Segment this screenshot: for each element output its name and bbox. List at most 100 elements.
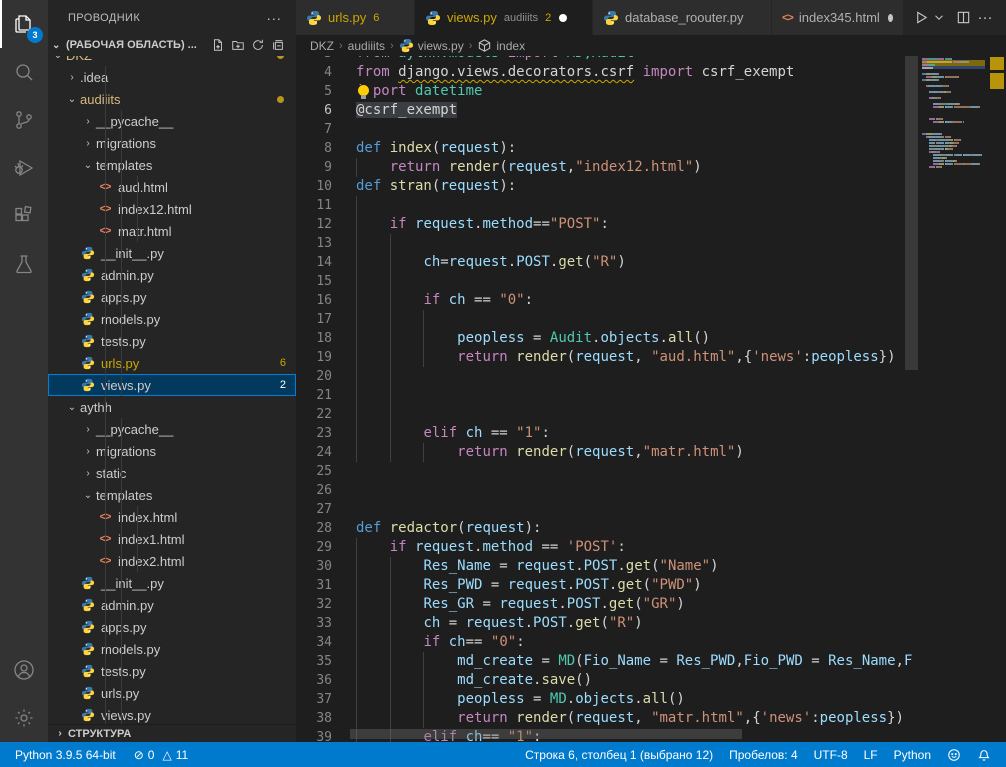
code-line-6[interactable]: 6@csrf_exempt [296,101,922,120]
refresh-icon[interactable] [248,35,268,55]
tree-folder--pycache-[interactable]: ›__pycache__ [48,110,296,132]
breadcrumb-index[interactable]: index [477,38,525,53]
code-line-8[interactable]: 8def index(request): [296,139,922,158]
tree-file-views-py[interactable]: views.py [48,704,296,726]
code-line-32[interactable]: 32 Res_GR = request.POST.get("GR") [296,595,922,614]
code-line-14[interactable]: 14 ch=request.POST.get("R") [296,253,922,272]
workspace-section-header[interactable]: ⌄ (РАБОЧАЯ ОБЛАСТЬ) ... [48,34,296,56]
testing-icon[interactable] [0,240,48,288]
minimap[interactable] [922,56,985,742]
code-line-11[interactable]: 11 [296,196,922,215]
tree-file-admin-py[interactable]: admin.py [48,594,296,616]
code-line-19[interactable]: 19 return render(request, "aud.html",{'n… [296,348,922,367]
tree-folder-static[interactable]: ›static [48,462,296,484]
code-line-17[interactable]: 17 [296,310,922,329]
code-line-9[interactable]: 9 return render(request,"index12.html") [296,158,922,177]
code-line-24[interactable]: 24 return render(request,"matr.html") [296,443,922,462]
collapse-all-icon[interactable] [268,35,288,55]
run-debug-icon[interactable] [0,144,48,192]
encoding-item[interactable]: UTF-8 [809,742,853,767]
tree-file-urls-py[interactable]: urls.py [48,682,296,704]
code-line-21[interactable]: 21 [296,386,922,405]
account-icon[interactable] [0,646,48,694]
tree-file-matr-html[interactable]: <>matr.html [48,220,296,242]
more-actions-icon[interactable]: ··· [974,7,996,29]
split-editor-icon[interactable] [952,7,974,29]
views-more-actions-icon[interactable]: ··· [264,8,284,28]
code-line-15[interactable]: 15 [296,272,922,291]
source-control-icon[interactable] [0,96,48,144]
code-line-27[interactable]: 27 [296,500,922,519]
new-file-icon[interactable] [208,35,228,55]
tree-file-index-html[interactable]: <>index.html [48,506,296,528]
editor-vertical-scrollbar[interactable] [905,56,918,370]
code-line-36[interactable]: 36 md_create.save() [296,671,922,690]
tree-file-tests-py[interactable]: tests.py [48,660,296,682]
tree-folder-templates[interactable]: ⌄templates [48,484,296,506]
cursor-position-item[interactable]: Строка 6, столбец 1 (выбрано 12) [520,742,718,767]
unsaved-dot-icon[interactable] [559,14,567,22]
code-line-18[interactable]: 18 peopless = Audit.objects.all() [296,329,922,348]
tree-file--init-py[interactable]: __init__.py [48,242,296,264]
feedback-icon[interactable] [942,742,966,767]
problems-item[interactable]: ⊘ 0 △ 11 [129,742,193,767]
settings-gear-icon[interactable] [0,694,48,742]
tree-folder--idea[interactable]: ›.idea [48,66,296,88]
explorer-icon[interactable]: 3 [0,0,48,48]
code-line-26[interactable]: 26 [296,481,922,500]
code-line-30[interactable]: 30 Res_Name = request.POST.get("Name") [296,557,922,576]
tree-folder-migrations[interactable]: ›migrations [48,440,296,462]
tree-file-models-py[interactable]: models.py [48,638,296,660]
code-line-5[interactable]: 5import datetime [296,82,922,101]
new-folder-icon[interactable] [228,35,248,55]
tree-file-urls-py[interactable]: urls.py6 [48,352,296,374]
code-line-35[interactable]: 35 md_create = MD(Fio_Name = Res_PWD,Fio… [296,652,922,671]
search-icon[interactable] [0,48,48,96]
tree-file-apps-py[interactable]: apps.py [48,286,296,308]
tree-file-views-py[interactable]: views.py2 [48,374,296,396]
tree-file-models-py[interactable]: models.py [48,308,296,330]
tab-urls-py[interactable]: urls.py6 [296,0,415,35]
run-dropdown-icon[interactable] [932,7,946,29]
tree-file-admin-py[interactable]: admin.py [48,264,296,286]
tree-file-index1-html[interactable]: <>index1.html [48,528,296,550]
code-line-4[interactable]: 4from django.views.decorators.csrf impor… [296,63,922,82]
code-line-23[interactable]: 23 elif ch == "1": [296,424,922,443]
code-line-33[interactable]: 33 ch = request.POST.get("R") [296,614,922,633]
code-line-28[interactable]: 28def redactor(request): [296,519,922,538]
tree-file-index2-html[interactable]: <>index2.html [48,550,296,572]
unsaved-dot-icon[interactable] [888,14,893,22]
code-line-37[interactable]: 37 peopless = MD.objects.all() [296,690,922,709]
lightbulb-icon[interactable] [356,85,374,100]
tree-folder--pycache-[interactable]: ›__pycache__ [48,418,296,440]
tree-folder-aythh[interactable]: ⌄aythh [48,396,296,418]
tree-file--init-py[interactable]: __init__.py [48,572,296,594]
code-line-7[interactable]: 7 [296,120,922,139]
code-line-13[interactable]: 13 [296,234,922,253]
code-line-16[interactable]: 16 if ch == "0": [296,291,922,310]
code-line-25[interactable]: 25 [296,462,922,481]
code-line-34[interactable]: 34 if ch== "0": [296,633,922,652]
breadcrumb-dkz[interactable]: DKZ [310,39,334,53]
extensions-icon[interactable] [0,192,48,240]
code-line-20[interactable]: 20 [296,367,922,386]
editor-horizontal-scrollbar[interactable] [350,729,742,739]
outline-section-header[interactable]: › СТРУКТУРА [48,724,296,742]
tab-views-py[interactable]: views.pyaudiiits2 [415,0,593,35]
run-button[interactable] [910,7,932,29]
code-line-29[interactable]: 29 if request.method == 'POST': [296,538,922,557]
code-line-31[interactable]: 31 Res_PWD = request.POST.get("PWD") [296,576,922,595]
indentation-item[interactable]: Пробелов: 4 [724,742,803,767]
breadcrumb-audiiits[interactable]: audiiits [348,39,385,53]
notifications-bell-icon[interactable] [972,742,996,767]
tree-file-aud-html[interactable]: <>aud.html [48,176,296,198]
code-line-22[interactable]: 22 [296,405,922,424]
language-mode-item[interactable]: Python [889,742,936,767]
code-line-3[interactable]: 3from aythh.models import MD,Audit [296,56,922,63]
code-line-12[interactable]: 12 if request.method=="POST": [296,215,922,234]
tree-folder-migrations[interactable]: ›migrations [48,132,296,154]
python-interpreter-item[interactable]: Python 3.9.5 64-bit [10,742,121,767]
code-line-10[interactable]: 10def stran(request): [296,177,922,196]
tree-folder-audiiits[interactable]: ⌄audiiits [48,88,296,110]
tree-file-apps-py[interactable]: apps.py [48,616,296,638]
